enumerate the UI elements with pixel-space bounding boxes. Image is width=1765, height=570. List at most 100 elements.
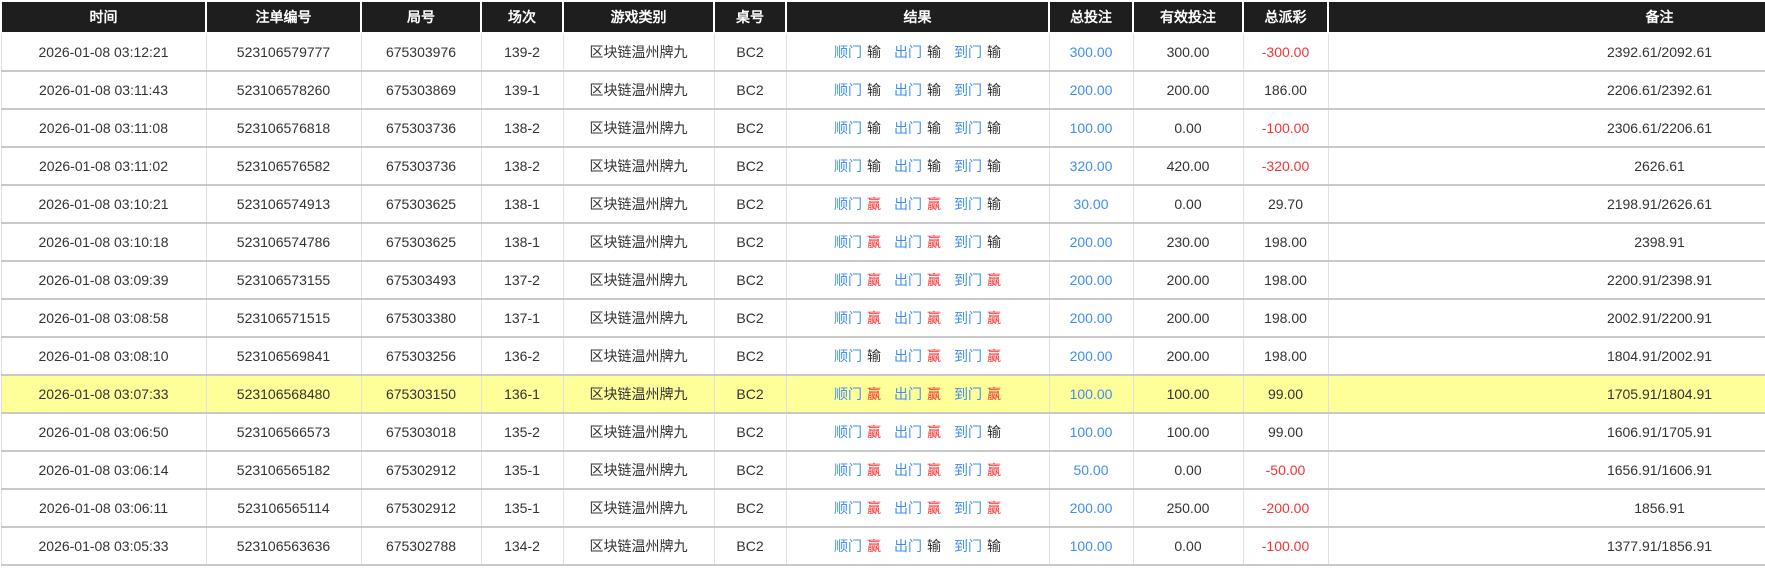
remark-cell: 1377.91/1856.91 [1328, 527, 1765, 565]
gate-link[interactable]: 顺门 [834, 158, 862, 174]
gate-link[interactable]: 到门 [954, 538, 982, 554]
result-group: 出门赢 [894, 424, 941, 440]
total-bet-link[interactable]: 320.00 [1070, 158, 1113, 174]
gate-link[interactable]: 顺门 [834, 310, 862, 326]
table-row[interactable]: 2026-01-08 03:08:58523106571515675303380… [1, 299, 1765, 337]
table-row[interactable]: 2026-01-08 03:09:39523106573155675303493… [1, 261, 1765, 299]
gate-link[interactable]: 出门 [894, 386, 922, 402]
gate-link[interactable]: 出门 [894, 44, 922, 60]
gate-link[interactable]: 出门 [894, 348, 922, 364]
result-group: 到门输 [954, 424, 1001, 440]
total-bet-link[interactable]: 200.00 [1070, 310, 1113, 326]
gate-link[interactable]: 顺门 [834, 82, 862, 98]
gate-link[interactable]: 顺门 [834, 424, 862, 440]
round-number-cell: 675303256 [361, 337, 481, 375]
table-row[interactable]: 2026-01-08 03:12:21523106579777675303976… [1, 33, 1765, 71]
gate-link[interactable]: 顺门 [834, 348, 862, 364]
gate-link[interactable]: 到门 [954, 158, 982, 174]
result-outcome: 输 [927, 82, 941, 98]
gate-link[interactable]: 顺门 [834, 386, 862, 402]
valid-bet-cell: 200.00 [1133, 261, 1243, 299]
total-bet-link[interactable]: 100.00 [1070, 424, 1113, 440]
gate-link[interactable]: 出门 [894, 538, 922, 554]
gate-link[interactable]: 顺门 [834, 44, 862, 60]
table-row[interactable]: 2026-01-08 03:10:18523106574786675303625… [1, 223, 1765, 261]
result-cell: 顺门输出门输到门输 [786, 71, 1049, 109]
table-number-cell: BC2 [714, 71, 786, 109]
total-bet-link[interactable]: 200.00 [1070, 348, 1113, 364]
gate-link[interactable]: 顺门 [834, 234, 862, 250]
valid-bet-cell: 100.00 [1133, 413, 1243, 451]
gate-link[interactable]: 到门 [954, 462, 982, 478]
table-row[interactable]: 2026-01-08 03:06:50523106566573675303018… [1, 413, 1765, 451]
session-cell: 138-2 [481, 147, 563, 185]
round-number-cell: 675303736 [361, 147, 481, 185]
total-bet-link[interactable]: 100.00 [1070, 120, 1113, 136]
time-cell: 2026-01-08 03:06:50 [1, 413, 206, 451]
valid-bet-cell: 420.00 [1133, 147, 1243, 185]
total-bet-link[interactable]: 200.00 [1070, 500, 1113, 516]
gate-link[interactable]: 到门 [954, 120, 982, 136]
result-group: 出门输 [894, 82, 941, 98]
gate-link[interactable]: 顺门 [834, 538, 862, 554]
gate-link[interactable]: 出门 [894, 158, 922, 174]
gate-link[interactable]: 到门 [954, 310, 982, 326]
gate-link[interactable]: 出门 [894, 310, 922, 326]
remark-cell: 2306.61/2206.61 [1328, 109, 1765, 147]
valid-bet-cell: 300.00 [1133, 33, 1243, 71]
time-cell: 2026-01-08 03:06:14 [1, 451, 206, 489]
gate-link[interactable]: 出门 [894, 462, 922, 478]
gate-link[interactable]: 顺门 [834, 462, 862, 478]
table-row[interactable]: 2026-01-08 03:11:08523106576818675303736… [1, 109, 1765, 147]
total-bet-link[interactable]: 200.00 [1070, 272, 1113, 288]
result-outcome: 输 [987, 158, 1001, 174]
total-bet-link[interactable]: 200.00 [1070, 82, 1113, 98]
total-bet-cell: 320.00 [1049, 147, 1133, 185]
total-bet-link[interactable]: 30.00 [1073, 196, 1108, 212]
table-row[interactable]: 2026-01-08 03:05:33523106563636675302788… [1, 527, 1765, 565]
gate-link[interactable]: 到门 [954, 348, 982, 364]
result-group: 顺门赢 [834, 234, 881, 250]
result-group: 出门赢 [894, 310, 941, 326]
gate-link[interactable]: 顺门 [834, 120, 862, 136]
result-group: 顺门赢 [834, 196, 881, 212]
payout-cell: 29.70 [1243, 185, 1328, 223]
gate-link[interactable]: 出门 [894, 196, 922, 212]
table-row[interactable]: 2026-01-08 03:06:14523106565182675302912… [1, 451, 1765, 489]
table-row[interactable]: 2026-01-08 03:08:10523106569841675303256… [1, 337, 1765, 375]
result-group: 到门输 [954, 44, 1001, 60]
gate-link[interactable]: 出门 [894, 424, 922, 440]
gate-link[interactable]: 到门 [954, 234, 982, 250]
result-cell: 顺门输出门赢到门赢 [786, 337, 1049, 375]
table-row[interactable]: 2026-01-08 03:11:02523106576582675303736… [1, 147, 1765, 185]
table-row[interactable]: 2026-01-08 03:11:43523106578260675303869… [1, 71, 1765, 109]
table-row[interactable]: 2026-01-08 03:10:21523106574913675303625… [1, 185, 1765, 223]
gate-link[interactable]: 到门 [954, 196, 982, 212]
gate-link[interactable]: 到门 [954, 424, 982, 440]
total-bet-cell: 300.00 [1049, 33, 1133, 71]
total-bet-link[interactable]: 50.00 [1073, 462, 1108, 478]
gate-link[interactable]: 出门 [894, 500, 922, 516]
gate-link[interactable]: 出门 [894, 82, 922, 98]
total-bet-link[interactable]: 100.00 [1070, 386, 1113, 402]
gate-link[interactable]: 顺门 [834, 272, 862, 288]
total-bet-link[interactable]: 300.00 [1070, 44, 1113, 60]
gate-link[interactable]: 到门 [954, 82, 982, 98]
gate-link[interactable]: 出门 [894, 272, 922, 288]
remark-cell: 1705.91/1804.91 [1328, 375, 1765, 413]
total-bet-link[interactable]: 200.00 [1070, 234, 1113, 250]
payout-cell: -300.00 [1243, 33, 1328, 71]
gate-link[interactable]: 到门 [954, 272, 982, 288]
table-row[interactable]: 2026-01-08 03:07:33523106568480675303150… [1, 375, 1765, 413]
gate-link[interactable]: 顺门 [834, 196, 862, 212]
gate-link[interactable]: 到门 [954, 44, 982, 60]
total-bet-link[interactable]: 100.00 [1070, 538, 1113, 554]
gate-link[interactable]: 出门 [894, 234, 922, 250]
gate-link[interactable]: 到门 [954, 386, 982, 402]
gate-link[interactable]: 出门 [894, 120, 922, 136]
gate-link[interactable]: 顺门 [834, 500, 862, 516]
bet-number-cell: 523106569841 [206, 337, 361, 375]
result-outcome: 赢 [867, 310, 881, 326]
gate-link[interactable]: 到门 [954, 500, 982, 516]
table-row[interactable]: 2026-01-08 03:06:11523106565114675302912… [1, 489, 1765, 527]
